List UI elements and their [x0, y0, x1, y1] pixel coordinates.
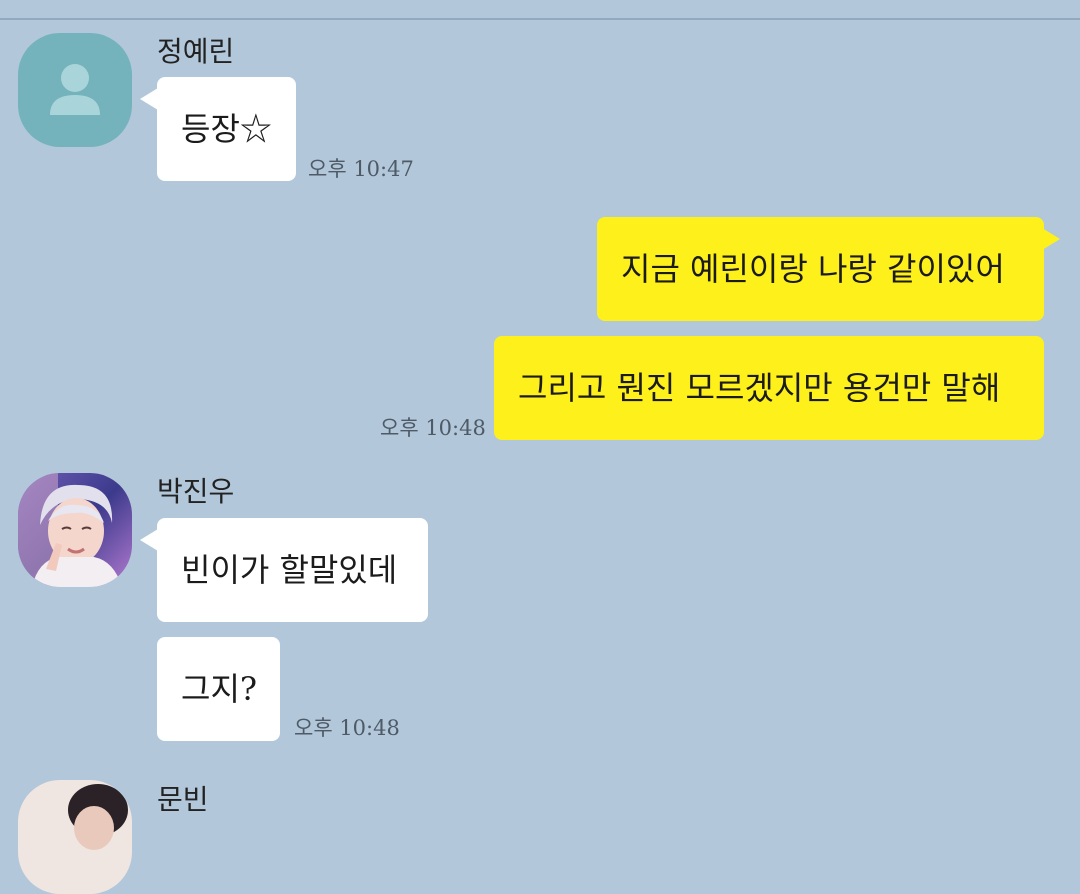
profile-photo-icon — [18, 780, 132, 894]
avatar-photo[interactable] — [18, 473, 132, 587]
sender-name: 박진우 — [157, 475, 235, 508]
sender-name: 정예린 — [157, 35, 235, 68]
avatar-default[interactable] — [18, 33, 132, 147]
bubble-tail — [140, 88, 158, 110]
message-timestamp: 오후 10:48 — [380, 416, 486, 440]
message-bubble[interactable]: 등장☆ — [157, 77, 296, 181]
bubble-tail — [140, 529, 158, 551]
avatar-photo[interactable] — [18, 780, 132, 894]
message-timestamp: 오후 10:47 — [308, 157, 414, 181]
message-bubble[interactable]: 그리고 뭔진 모르겠지만 용건만 말해 — [494, 336, 1044, 440]
message-timestamp: 오후 10:48 — [294, 716, 400, 740]
header-divider — [0, 18, 1080, 20]
message-bubble[interactable]: 지금 예린이랑 나랑 같이있어 — [597, 217, 1044, 321]
profile-photo-icon — [18, 473, 132, 587]
person-silhouette-icon — [18, 33, 132, 147]
message-bubble[interactable]: 그지? — [157, 637, 280, 741]
bubble-tail — [1042, 228, 1060, 250]
message-bubble[interactable]: 빈이가 할말있데 — [157, 518, 428, 622]
